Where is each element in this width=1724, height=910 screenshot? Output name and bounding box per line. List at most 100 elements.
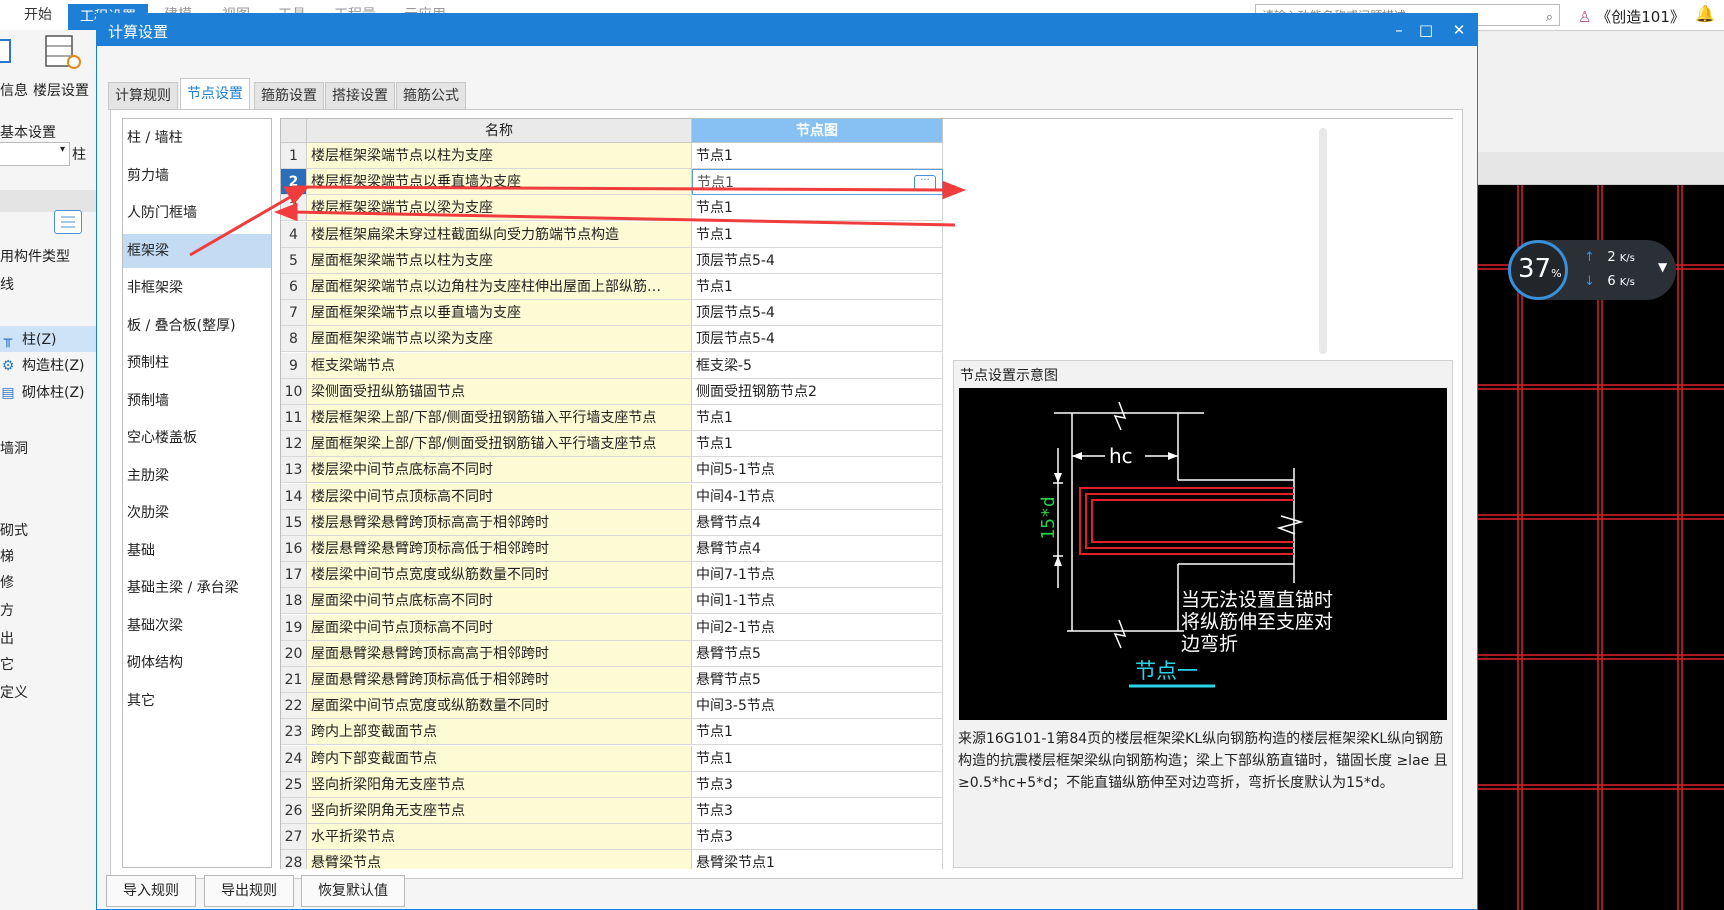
table-row[interactable]: 21 屋面悬臂梁悬臂跨顶标高低于相邻跨时 悬臂节点5 <box>281 667 943 693</box>
left-item-g[interactable]: 定义 <box>0 682 28 702</box>
row-number[interactable]: 20 <box>281 640 307 667</box>
bell-icon[interactable]: 🔔 <box>1695 4 1715 23</box>
row-number[interactable]: 2 <box>281 169 307 196</box>
table-row[interactable]: 2 楼层框架梁端节点以垂直墙为支座 节点1 ··· <box>281 169 943 196</box>
category-item[interactable]: 预制柱 <box>123 346 271 380</box>
table-row[interactable]: 1 楼层框架梁端节点以柱为支座 节点1 <box>281 143 943 169</box>
row-node[interactable]: 悬臂节点4 <box>692 536 943 562</box>
row-number[interactable]: 11 <box>281 405 307 431</box>
row-name[interactable]: 楼层框架梁端节点以垂直墙为支座 <box>307 169 692 196</box>
row-node[interactable]: 中间3-5节点 <box>692 693 943 720</box>
row-node[interactable]: 节点3 <box>692 798 943 824</box>
tab-stirrup-settings[interactable]: 箍筋设置 <box>254 82 324 110</box>
row-number[interactable]: 4 <box>281 221 307 248</box>
ribbon-info-label[interactable]: 信息 <box>0 80 28 100</box>
table-row[interactable]: 27 水平折梁节点 节点3 <box>281 824 943 851</box>
left-item-column[interactable]: 柱(Z) <box>22 332 57 348</box>
table-row[interactable]: 26 竖向折梁阴角无支座节点 节点3 <box>281 798 943 824</box>
row-name[interactable]: 楼层框架梁上部/下部/侧面受扭钢筋锚入平行墙支座节点 <box>307 405 692 431</box>
row-name[interactable]: 楼层梁中间节点底标高不同时 <box>307 457 692 484</box>
export-rules-button[interactable]: 导出规则 <box>204 875 294 907</box>
row-name[interactable]: 竖向折梁阴角无支座节点 <box>307 798 692 824</box>
row-node[interactable]: 节点1 <box>692 195 943 222</box>
table-row[interactable]: 8 屋面框架梁端节点以梁为支座 顶层节点5-4 <box>281 326 943 353</box>
row-number[interactable]: 8 <box>281 326 307 353</box>
minimize-icon[interactable]: – <box>1387 18 1411 42</box>
category-item[interactable]: 预制墙 <box>123 384 271 418</box>
dropdown-arrow-icon[interactable]: ▼ <box>1658 260 1667 274</box>
dialog-titlebar[interactable]: 计算设置 – □ ✕ <box>97 14 1477 46</box>
category-item[interactable]: 空心楼盖板 <box>123 421 271 455</box>
row-name[interactable]: 跨内下部变截面节点 <box>307 745 692 772</box>
list-view-icon[interactable] <box>54 210 82 234</box>
left-item-c[interactable]: 修 <box>0 572 14 592</box>
category-item[interactable]: 柱 / 墙柱 <box>123 121 271 155</box>
category-item[interactable]: 板 / 叠合板(整厚) <box>123 309 271 343</box>
row-name[interactable]: 屋面框架梁端节点以垂直墙为支座 <box>307 300 692 327</box>
row-number[interactable]: 23 <box>281 719 307 746</box>
row-name[interactable]: 梁侧面受扭纵筋锚固节点 <box>307 378 692 405</box>
row-number[interactable]: 13 <box>281 457 307 484</box>
category-item[interactable]: 砌体结构 <box>123 646 271 680</box>
table-row[interactable]: 4 楼层框架扁梁未穿过柱截面纵向受力筋端节点构造 节点1 <box>281 221 943 248</box>
left-combo[interactable]: ▾ <box>0 142 70 166</box>
row-number[interactable]: 7 <box>281 300 307 327</box>
table-row[interactable]: 19 屋面梁中间节点顶标高不同时 中间2-1节点 <box>281 614 943 641</box>
category-item[interactable]: 主肋梁 <box>123 459 271 493</box>
row-number[interactable]: 1 <box>281 143 307 169</box>
row-name[interactable]: 屋面框架梁端节点以柱为支座 <box>307 247 692 274</box>
row-node[interactable]: 节点1 ··· <box>692 169 943 196</box>
network-speed-widget[interactable]: 37% ↑ 2 K/s ↓ 6 K/s ▼ <box>1508 240 1676 300</box>
row-number[interactable]: 22 <box>281 693 307 720</box>
row-node[interactable]: 节点1 <box>692 745 943 772</box>
row-number[interactable]: 10 <box>281 378 307 405</box>
row-name[interactable]: 楼层框架梁端节点以梁为支座 <box>307 195 692 222</box>
row-name[interactable]: 屋面框架梁端节点以梁为支座 <box>307 326 692 353</box>
table-row[interactable]: 18 屋面梁中间节点底标高不同时 中间1-1节点 <box>281 588 943 615</box>
left-item-masonry-column[interactable]: 砌体柱(Z) <box>22 385 85 401</box>
row-name[interactable]: 屋面框架梁上部/下部/侧面受扭钢筋锚入平行墙支座节点 <box>307 431 692 458</box>
row-number[interactable]: 14 <box>281 483 307 510</box>
row-name[interactable]: 屋面梁中间节点宽度或纵筋数量不同时 <box>307 693 692 720</box>
row-node[interactable]: 中间4-1节点 <box>692 483 943 510</box>
table-row[interactable]: 22 屋面梁中间节点宽度或纵筋数量不同时 中间3-5节点 <box>281 693 943 720</box>
tab-stirrup-formula[interactable]: 箍筋公式 <box>396 82 466 110</box>
maximize-icon[interactable]: □ <box>1414 18 1438 42</box>
floor-settings-icon[interactable] <box>42 32 82 72</box>
row-number[interactable]: 9 <box>281 352 307 379</box>
table-row[interactable]: 24 跨内下部变截面节点 节点1 <box>281 745 943 772</box>
row-name[interactable]: 水平折梁节点 <box>307 824 692 851</box>
table-row[interactable]: 6 屋面框架梁端节点以边角柱为支座柱伸出屋面上部纵筋… 节点1 <box>281 274 943 300</box>
row-name[interactable]: 悬臂梁节点 <box>307 850 692 869</box>
row-name[interactable]: 屋面悬臂梁悬臂跨顶标高高于相邻跨时 <box>307 640 692 667</box>
table-row[interactable]: 25 竖向折梁阳角无支座节点 节点3 <box>281 771 943 798</box>
table-row[interactable]: 13 楼层梁中间节点底标高不同时 中间5-1节点 <box>281 457 943 484</box>
row-node[interactable]: 框支梁-5 <box>692 352 943 379</box>
menu-tab-start[interactable]: 开始 <box>24 4 52 24</box>
tab-lap-settings[interactable]: 搭接设置 <box>325 82 395 110</box>
row-node[interactable]: 节点1 <box>692 221 943 248</box>
tab-calc-rules[interactable]: 计算规则 <box>108 82 178 110</box>
table-row[interactable]: 28 悬臂梁节点 悬臂梁节点1 <box>281 850 943 869</box>
ribbon-floor-settings-label[interactable]: 楼层设置 <box>33 80 89 100</box>
tab-node-settings[interactable]: 节点设置 <box>180 78 250 111</box>
row-number[interactable]: 15 <box>281 509 307 536</box>
grid-header-name[interactable]: 名称 <box>307 119 692 143</box>
row-name[interactable]: 屋面悬臂梁悬臂跨顶标高低于相邻跨时 <box>307 667 692 693</box>
table-row[interactable]: 12 屋面框架梁上部/下部/侧面受扭钢筋锚入平行墙支座节点 节点1 <box>281 431 943 458</box>
category-item[interactable]: 基础主梁 / 承台梁 <box>123 571 271 605</box>
category-item[interactable]: 非框架梁 <box>123 271 271 305</box>
project-info-icon[interactable] <box>0 36 26 76</box>
row-node[interactable]: 节点1 <box>692 274 943 300</box>
table-row[interactable]: 5 屋面框架梁端节点以柱为支座 顶层节点5-4 <box>281 247 943 274</box>
row-node[interactable]: 顶层节点5-4 <box>692 300 943 327</box>
row-number[interactable]: 26 <box>281 798 307 824</box>
row-node[interactable]: 节点1 <box>692 143 943 169</box>
row-number[interactable]: 28 <box>281 850 307 869</box>
left-item-d[interactable]: 方 <box>0 600 14 620</box>
row-name[interactable]: 楼层框架梁端节点以柱为支座 <box>307 143 692 169</box>
row-node[interactable]: 顶层节点5-4 <box>692 326 943 353</box>
left-item-construct-column[interactable]: 构造柱(Z) <box>22 358 85 374</box>
row-number[interactable]: 12 <box>281 431 307 458</box>
row-number[interactable]: 18 <box>281 588 307 615</box>
